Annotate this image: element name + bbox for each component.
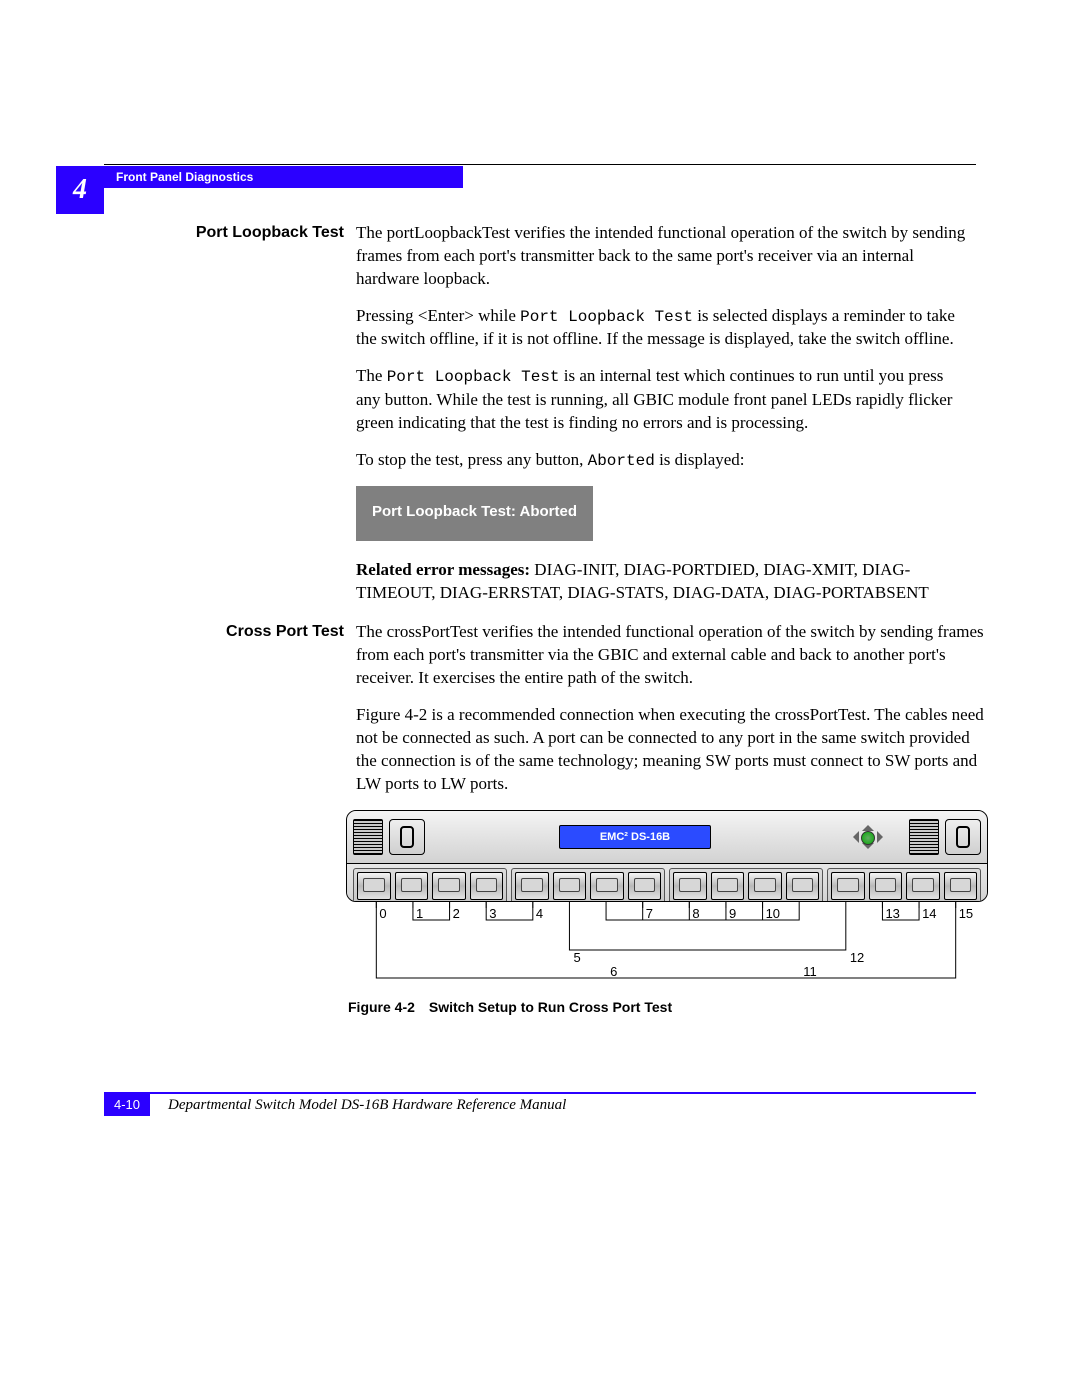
figure-caption: Figure 4-2Switch Setup to Run Cross Port… bbox=[348, 998, 988, 1016]
svg-text:1: 1 bbox=[416, 906, 423, 921]
vent-right bbox=[909, 819, 939, 855]
port-15 bbox=[944, 872, 978, 900]
power-switch-right bbox=[945, 819, 981, 855]
switch-chassis: EMC² DS-16B bbox=[346, 810, 988, 902]
section-port-loopback: Port Loopback Test The portLoopbackTest … bbox=[174, 222, 972, 619]
port-group-12-15 bbox=[827, 868, 981, 902]
page: 4 Front Panel Diagnostics Port Loopback … bbox=[0, 0, 1080, 1397]
port-group-4-7 bbox=[511, 868, 665, 902]
heading-port-loopback: Port Loopback Test bbox=[174, 222, 356, 619]
plt-p4: To stop the test, press any button, Abor… bbox=[356, 449, 972, 473]
port-9 bbox=[711, 872, 745, 900]
port-11 bbox=[786, 872, 820, 900]
svg-text:6: 6 bbox=[610, 964, 617, 979]
port-7 bbox=[628, 872, 662, 900]
svg-text:13: 13 bbox=[885, 906, 899, 921]
port-row bbox=[347, 864, 987, 902]
port-8 bbox=[673, 872, 707, 900]
plt-p1: The portLoopbackTest verifies the intend… bbox=[356, 222, 972, 291]
port-12 bbox=[831, 872, 865, 900]
page-content: Port Loopback Test The portLoopbackTest … bbox=[174, 222, 972, 1038]
port-group-8-11 bbox=[669, 868, 823, 902]
svg-text:4: 4 bbox=[536, 906, 543, 921]
heading-cross-port: Cross Port Test bbox=[174, 621, 356, 1038]
port-connections-diagram: 0123478910131415561112 bbox=[346, 902, 986, 988]
chassis-top-row: EMC² DS-16B bbox=[347, 811, 987, 864]
svg-text:7: 7 bbox=[646, 906, 653, 921]
svg-text:14: 14 bbox=[922, 906, 936, 921]
page-number: 4-10 bbox=[104, 1094, 150, 1116]
figure-4-2: EMC² DS-16B bbox=[346, 810, 988, 1016]
svg-text:11: 11 bbox=[803, 964, 817, 979]
port-13 bbox=[869, 872, 903, 900]
svg-text:3: 3 bbox=[489, 906, 496, 921]
svg-text:0: 0 bbox=[379, 906, 386, 921]
svg-text:15: 15 bbox=[959, 906, 973, 921]
section-breadcrumb: Front Panel Diagnostics bbox=[104, 166, 463, 188]
svg-text:9: 9 bbox=[729, 906, 736, 921]
cpt-p2: Figure 4-2 is a recommended connection w… bbox=[356, 704, 988, 796]
svg-text:8: 8 bbox=[692, 906, 699, 921]
port-5 bbox=[553, 872, 587, 900]
port-3 bbox=[470, 872, 504, 900]
device-badge: EMC² DS-16B bbox=[559, 825, 711, 849]
plt-related-errors: Related error messages: DIAG-INIT, DIAG-… bbox=[356, 559, 972, 605]
port-2 bbox=[432, 872, 466, 900]
port-0 bbox=[357, 872, 391, 900]
svg-text:10: 10 bbox=[766, 906, 780, 921]
plt-p3: The Port Loopback Test is an internal te… bbox=[356, 365, 972, 434]
port-10 bbox=[748, 872, 782, 900]
chapter-number-tab: 4 bbox=[56, 166, 104, 214]
vent-left bbox=[353, 819, 383, 855]
port-14 bbox=[906, 872, 940, 900]
aborted-status-box: Port Loopback Test: Aborted bbox=[356, 486, 593, 541]
cpt-p1: The crossPortTest verifies the intended … bbox=[356, 621, 988, 690]
port-group-0-3 bbox=[353, 868, 507, 902]
svg-text:2: 2 bbox=[453, 906, 460, 921]
svg-text:5: 5 bbox=[573, 950, 580, 965]
section-cross-port: Cross Port Test The crossPortTest verifi… bbox=[174, 621, 972, 1038]
power-switch-left bbox=[389, 819, 425, 855]
port-1 bbox=[395, 872, 429, 900]
port-6 bbox=[590, 872, 624, 900]
port-4 bbox=[515, 872, 549, 900]
plt-p2: Pressing <Enter> while Port Loopback Tes… bbox=[356, 305, 972, 352]
svg-text:12: 12 bbox=[850, 950, 864, 965]
footer-doc-title: Departmental Switch Model DS-16B Hardwar… bbox=[150, 1094, 566, 1116]
page-footer: 4-10 Departmental Switch Model DS-16B Ha… bbox=[104, 1092, 976, 1116]
nav-pad bbox=[845, 819, 891, 855]
header-rule bbox=[104, 164, 976, 165]
